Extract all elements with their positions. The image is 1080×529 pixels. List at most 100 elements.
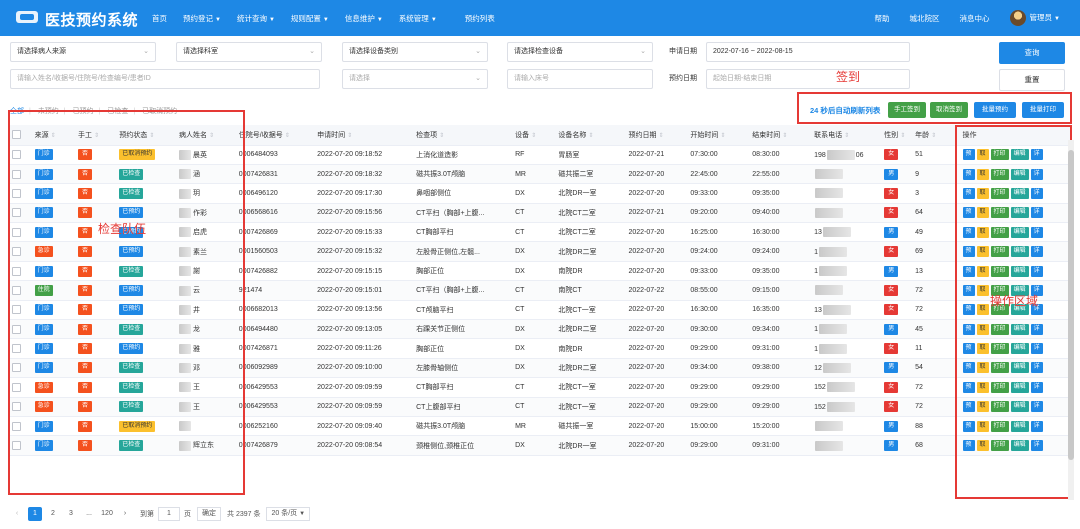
scrollbar-thumb[interactable]	[1068, 150, 1074, 460]
device-name-cell: 南院CT	[554, 280, 625, 301]
sort-icon: ⇕	[284, 132, 290, 139]
batch-book-button[interactable]: 批量预约	[974, 102, 1016, 118]
col-book-date[interactable]: 预约日期 ⇕	[624, 125, 687, 146]
page-jump-input[interactable]: 1	[158, 507, 180, 521]
query-button[interactable]: 查询	[999, 42, 1065, 64]
phone-redaction	[815, 285, 844, 296]
patient-search-input[interactable]: 请输入姓名/收据号/住院号/检查编号/患者ID	[10, 69, 320, 89]
check-item-cell: CT平扫（胸部+上腹...	[412, 203, 512, 224]
age-cell: 51	[911, 145, 947, 165]
chevron-down-icon: ▼	[322, 16, 329, 23]
end-time-cell: 09:29:00	[748, 377, 811, 398]
phone-cell	[810, 280, 881, 301]
table-scrollbar[interactable]	[1068, 140, 1074, 500]
device-name-cell: 胃肠室	[554, 145, 625, 165]
next-page-icon[interactable]: ›	[118, 507, 132, 521]
apply-date-range[interactable]: 2022-07-16 ~ 2022-08-15	[706, 42, 910, 62]
check-device-select[interactable]: 请选择检查设备 ⌄	[507, 42, 653, 62]
generic-select[interactable]: 请选择 ⌄	[342, 69, 488, 89]
col-apply-time[interactable]: 申请时间 ⇕	[313, 125, 413, 146]
col-device[interactable]: 设备 ⇕	[511, 125, 555, 146]
patient-source-select[interactable]: 请选择病人来源 ⌄	[10, 42, 156, 62]
user-menu[interactable]: 管理员 ▼	[1009, 10, 1060, 26]
phone-cell: 1	[810, 241, 881, 262]
page-2[interactable]: 2	[46, 507, 60, 521]
phone-cell: 198 06	[810, 145, 881, 165]
receipt-cell: 0001560503	[234, 241, 314, 262]
device-category-select[interactable]: 请选择设备类别 ⌄	[342, 42, 488, 62]
page-last[interactable]: 120	[100, 507, 114, 521]
col-phone[interactable]: 联系电话 ⇕	[810, 125, 881, 146]
check-item-cell: 上消化道造影	[412, 145, 512, 165]
device-cell: RF	[511, 145, 555, 165]
nav-system-admin[interactable]: 系统管理 ▼	[399, 13, 437, 24]
book-date-cell: 2022-07-20	[624, 397, 687, 417]
start-time-cell: 09:33:00	[686, 183, 749, 204]
col-start-time[interactable]: 开始时间 ⇕	[686, 125, 749, 146]
help-link[interactable]: 帮助	[875, 13, 890, 24]
device-name-cell: 北院DR二室	[554, 358, 625, 379]
col-label: 预约日期	[628, 131, 657, 139]
device-name-cell: 北院CT二室	[554, 222, 625, 243]
col-receipt[interactable]: 住院号/收据号 ⇕	[234, 125, 314, 146]
start-time-cell: 07:30:00	[686, 145, 749, 165]
nav-info-maintenance[interactable]: 信息维护 ▼	[345, 13, 383, 24]
book-date-cell: 2022-07-20	[624, 241, 687, 262]
check-item-cell: 左股骨正侧位,左髋...	[412, 241, 512, 262]
col-sex[interactable]: 性别 ⇕	[880, 125, 912, 146]
col-check-item[interactable]: 检查项 ⇕	[412, 125, 512, 146]
book-date-range[interactable]: 起始日期-结束日期	[706, 69, 910, 89]
reset-button[interactable]: 重置	[999, 69, 1065, 91]
sex-tag: 女	[884, 343, 899, 355]
hospital-logo-icon	[16, 11, 38, 23]
nav-rules[interactable]: 规则配置 ▼	[291, 13, 329, 24]
chevron-down-icon: ⌄	[143, 48, 149, 55]
end-time-cell: 08:30:00	[748, 145, 811, 165]
message-center-link[interactable]: 消息中心	[960, 13, 990, 24]
receipt-cell: 0007426869	[234, 222, 314, 243]
phone-prefix: 1	[814, 326, 818, 334]
device-cell: MR	[511, 416, 555, 437]
phone-prefix: 12	[814, 364, 822, 372]
page-size-value: 20 条/页	[271, 510, 298, 517]
manual-checkin-button[interactable]: 手工签到	[888, 102, 926, 118]
nav-booking-register[interactable]: 预约登记 ▼	[183, 13, 221, 24]
sex-tag: 男	[884, 168, 899, 180]
sex-cell: 女	[880, 280, 912, 301]
page-jump-confirm-button[interactable]: 确定	[197, 507, 221, 521]
nav-home[interactable]: 首页	[152, 13, 167, 24]
age-cell: 64	[911, 203, 947, 224]
bed-number-input[interactable]: 请输入床号	[507, 69, 653, 89]
page-3[interactable]: 3	[64, 507, 78, 521]
campus-switch[interactable]: 城北院区	[910, 13, 940, 24]
goto-label: 到第	[140, 511, 154, 518]
col-end-time[interactable]: 结束时间 ⇕	[748, 125, 811, 146]
col-label: 年龄	[915, 131, 930, 139]
auto-refresh-countdown: 24 秒后自动刷新列表	[810, 106, 881, 115]
sort-icon: ⇕	[720, 132, 726, 139]
cancel-checkin-button[interactable]: 取消签到	[930, 102, 968, 118]
batch-print-button[interactable]: 批量打印	[1022, 102, 1064, 118]
page-1[interactable]: 1	[28, 507, 42, 521]
select-value: 请选择科室	[183, 48, 218, 55]
select-value: 请选择检查设备	[514, 48, 563, 55]
end-time-cell: 09:15:00	[748, 280, 811, 301]
prev-page-icon[interactable]: ‹	[10, 507, 24, 521]
col-device-name[interactable]: 设备名称 ⇕	[554, 125, 625, 146]
page-size-select[interactable]: 20 条/页 ▼	[266, 507, 311, 521]
col-label: 性别	[884, 131, 899, 139]
check-item-cell: CT胸部平扫	[412, 222, 512, 243]
page-ellipsis[interactable]: ...	[82, 507, 96, 521]
apply-time-cell: 2022-07-20 09:15:01	[313, 280, 413, 301]
nav-statistics[interactable]: 统计查询 ▼	[237, 13, 275, 24]
receipt-cell: 0007426871	[234, 338, 314, 359]
sex-tag: 女	[884, 187, 899, 199]
phone-redaction	[826, 401, 855, 412]
nav-booking-list[interactable]: 预约列表	[465, 13, 495, 24]
annotation-check-queue: 检查队伍	[98, 222, 147, 236]
department-select[interactable]: 请选择科室 ⌄	[176, 42, 322, 62]
receipt-cell: 0007426882	[234, 261, 314, 282]
col-age[interactable]: 年龄 ⇕	[911, 125, 947, 146]
age-cell: 72	[911, 300, 947, 321]
device-name-cell: 北院DR二室	[554, 241, 625, 262]
